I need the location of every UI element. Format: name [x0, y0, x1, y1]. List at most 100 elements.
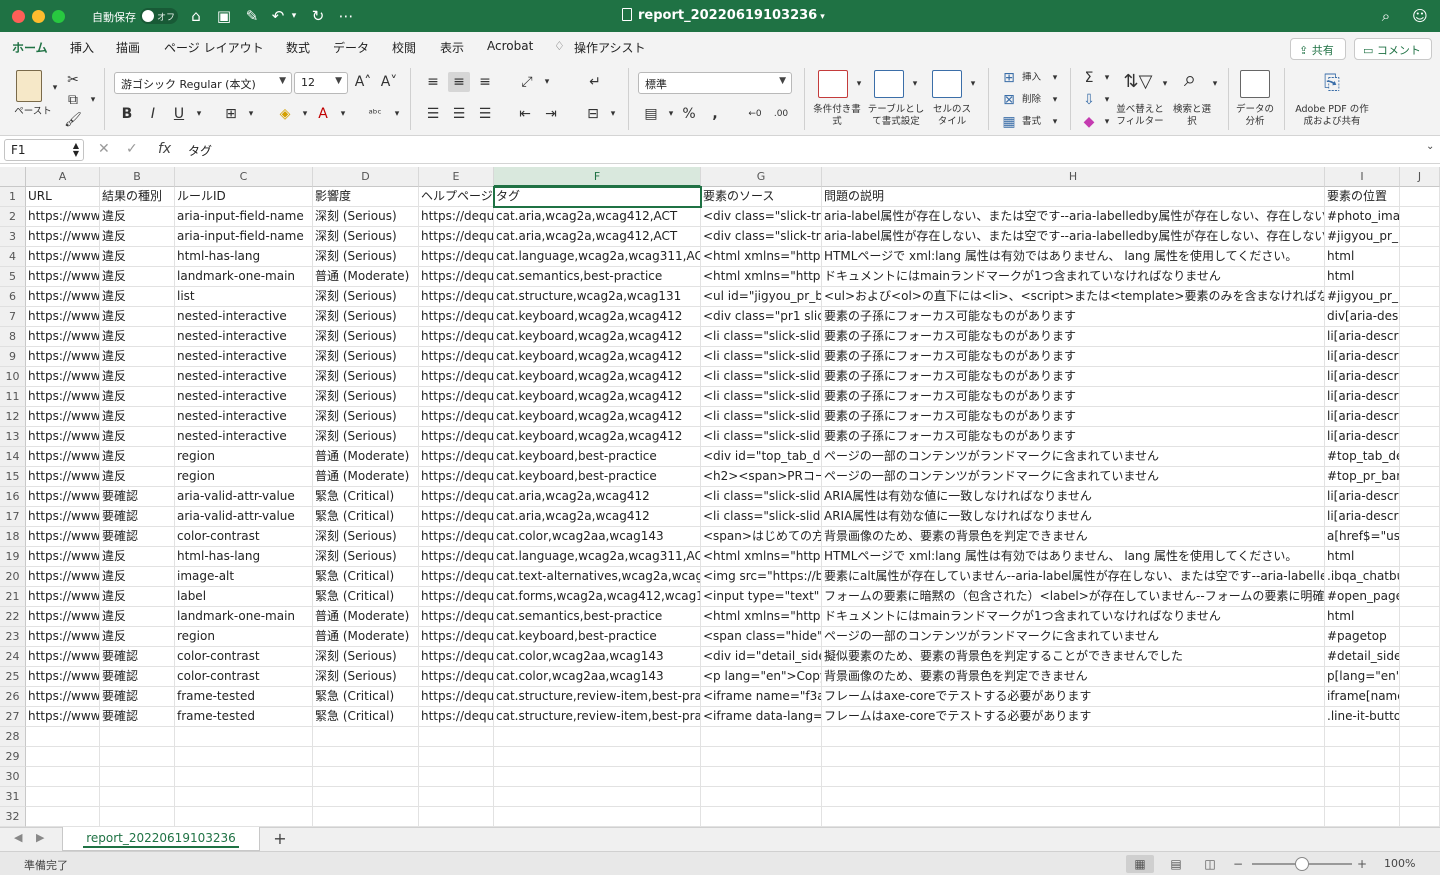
decrease-decimal-icon[interactable]: .00: [770, 104, 792, 124]
cell-b[interactable]: [100, 767, 175, 787]
row-header[interactable]: 12: [0, 407, 26, 427]
cell-g[interactable]: <p lang="en">Copyr: [701, 667, 822, 687]
cell-b[interactable]: 違反: [100, 587, 175, 607]
cell-j[interactable]: [1400, 487, 1440, 507]
cell-h[interactable]: 要素の子孫にフォーカス可能なものがあります: [822, 407, 1325, 427]
cell-e[interactable]: https://dequ: [419, 347, 494, 367]
cell-i[interactable]: #photo_image > .slic: [1325, 207, 1400, 227]
cell-c[interactable]: nested-interactive: [175, 407, 313, 427]
cell-g[interactable]: [701, 787, 822, 807]
account-icon[interactable]: ☺: [1410, 6, 1430, 26]
currency-icon[interactable]: ▤: [640, 104, 662, 124]
cell-h[interactable]: ドキュメントにはmainランドマークが1つ含まれていなければなりません: [822, 607, 1325, 627]
cell-g[interactable]: <html xmlns="http://: [701, 607, 822, 627]
zoom-slider-knob[interactable]: [1295, 857, 1309, 871]
row-header[interactable]: 25: [0, 667, 26, 687]
cell-c[interactable]: aria-input-field-name: [175, 227, 313, 247]
underline-icon[interactable]: U: [168, 104, 190, 124]
cell-b[interactable]: 違反: [100, 387, 175, 407]
cell-c[interactable]: aria-valid-attr-value: [175, 487, 313, 507]
find-select-dropdown-icon[interactable]: ▾: [1204, 74, 1226, 94]
row-header[interactable]: 2: [0, 207, 26, 227]
cell-b[interactable]: 違反: [100, 367, 175, 387]
cell-d[interactable]: 深刻 (Serious): [313, 307, 419, 327]
cell-i[interactable]: li[aria-describedby=: [1325, 367, 1400, 387]
cell-d[interactable]: 普通 (Moderate): [313, 607, 419, 627]
cell-b[interactable]: 要確認: [100, 527, 175, 547]
cell-a[interactable]: https://www.: [26, 287, 100, 307]
cell-c[interactable]: frame-tested: [175, 687, 313, 707]
cell-f[interactable]: cat.language,wcag2a,wcag311,ACT: [494, 247, 701, 267]
cell-d[interactable]: 深刻 (Serious): [313, 387, 419, 407]
row-header[interactable]: 1: [0, 187, 26, 207]
row-header[interactable]: 24: [0, 647, 26, 667]
cell-h[interactable]: 要素にalt属性が存在していません--aria-label属性が存在しない、また…: [822, 567, 1325, 587]
cell-h[interactable]: 要素の子孫にフォーカス可能なものがあります: [822, 367, 1325, 387]
cell-e[interactable]: https://dequ: [419, 267, 494, 287]
column-header-d[interactable]: D: [313, 167, 419, 187]
cell-d[interactable]: [313, 727, 419, 747]
cell-j[interactable]: [1400, 647, 1440, 667]
minimize-window-button[interactable]: [32, 10, 45, 23]
add-sheet-icon[interactable]: +: [270, 829, 290, 848]
cell-g[interactable]: [701, 767, 822, 787]
cell-d[interactable]: 普通 (Moderate): [313, 447, 419, 467]
cell-a[interactable]: https://www.: [26, 307, 100, 327]
cell-i[interactable]: .line-it-button: [1325, 707, 1400, 727]
cell-b[interactable]: [100, 787, 175, 807]
increase-font-icon[interactable]: A˄: [352, 72, 374, 92]
cell-c[interactable]: [175, 787, 313, 807]
cell-g[interactable]: 要素のソース: [701, 187, 822, 207]
cell-i[interactable]: html: [1325, 607, 1400, 627]
cell-a[interactable]: https://www.: [26, 447, 100, 467]
cell-g[interactable]: <h2><span>PRコー: [701, 467, 822, 487]
cell-h[interactable]: ページの一部のコンテンツがランドマークに含まれていません: [822, 447, 1325, 467]
cell-f[interactable]: cat.color,wcag2aa,wcag143: [494, 527, 701, 547]
cell-j[interactable]: [1400, 187, 1440, 207]
cell-d[interactable]: 緊急 (Critical): [313, 567, 419, 587]
cell-f[interactable]: cat.structure,review-item,best-practic: [494, 687, 701, 707]
cell-h[interactable]: ドキュメントにはmainランドマークが1つ含まれていなければなりません: [822, 267, 1325, 287]
column-header-i[interactable]: I: [1325, 167, 1400, 187]
zoom-in-icon[interactable]: +: [1354, 855, 1370, 873]
cell-e[interactable]: https://dequ: [419, 627, 494, 647]
cell-e[interactable]: https://dequ: [419, 467, 494, 487]
cell-c[interactable]: nested-interactive: [175, 367, 313, 387]
cell-j[interactable]: [1400, 627, 1440, 647]
page-break-view-icon[interactable]: ◫: [1196, 855, 1224, 873]
row-header[interactable]: 3: [0, 227, 26, 247]
cell-e[interactable]: https://dequ: [419, 607, 494, 627]
cell-g[interactable]: <div class="slick-trac: [701, 227, 822, 247]
cell-c[interactable]: html-has-lang: [175, 547, 313, 567]
wrap-text-icon[interactable]: ↵: [584, 72, 606, 92]
format-as-table-icon[interactable]: [874, 70, 904, 98]
normal-view-icon[interactable]: ▦: [1126, 855, 1154, 873]
decrease-indent-icon[interactable]: ⇤: [514, 104, 536, 124]
cell-c[interactable]: aria-valid-attr-value: [175, 507, 313, 527]
cell-f[interactable]: cat.keyboard,best-practice: [494, 467, 701, 487]
tab-page-layout[interactable]: ページ レイアウト: [164, 39, 264, 56]
cell-h[interactable]: 要素の子孫にフォーカス可能なものがあります: [822, 347, 1325, 367]
row-header[interactable]: 18: [0, 527, 26, 547]
row-header[interactable]: 10: [0, 367, 26, 387]
cell-f[interactable]: タグ: [494, 187, 701, 207]
cell-e[interactable]: https://dequ: [419, 487, 494, 507]
cell-b[interactable]: 要確認: [100, 507, 175, 527]
tab-draw[interactable]: 描画: [116, 39, 140, 56]
cell-a[interactable]: https://www.: [26, 687, 100, 707]
row-header[interactable]: 27: [0, 707, 26, 727]
cell-e[interactable]: https://dequ: [419, 247, 494, 267]
cell-b[interactable]: 違反: [100, 267, 175, 287]
home-icon[interactable]: ⌂: [186, 6, 206, 26]
cell-e[interactable]: [419, 787, 494, 807]
cell-e[interactable]: https://dequ: [419, 647, 494, 667]
cell-c[interactable]: ルールID: [175, 187, 313, 207]
cell-b[interactable]: 違反: [100, 447, 175, 467]
cell-g[interactable]: <iframe name="f3ab: [701, 687, 822, 707]
cell-j[interactable]: [1400, 467, 1440, 487]
cell-i[interactable]: li[aria-describedby=: [1325, 407, 1400, 427]
cell-j[interactable]: [1400, 667, 1440, 687]
tab-review[interactable]: 校閲: [392, 39, 416, 56]
cell-a[interactable]: https://www.: [26, 507, 100, 527]
cell-h[interactable]: [822, 787, 1325, 807]
